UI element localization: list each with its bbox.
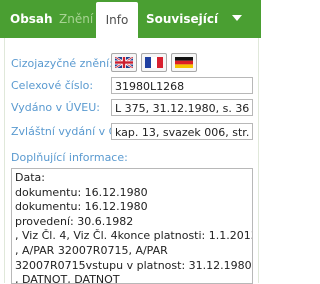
tab-souvisejici[interactable]: Související [146,0,218,38]
info-line: provedení: 30.6.1982 [15,214,134,228]
foreign-versions-label: Cizojazyčné znění: [11,57,113,70]
special-edition-field[interactable]: kap. 13, svazek 006, str. 7: [111,123,253,140]
info-panel: Cizojazyčné znění: Celexové číslo: 31980… [4,38,259,284]
uk-flag-button[interactable] [111,53,137,72]
celex-number-field[interactable]: 31980L1268 [111,77,253,94]
uk-flag-icon [115,57,133,68]
info-line: 32007R0715vstupu v platnost: 31.12.1980 [15,258,252,272]
published-label: Vydáno v ÚVEU: [11,101,100,114]
info-line: , A/PAR 32007R0715, A/PAR [15,243,168,257]
additional-info-textbox[interactable]: Data: dokumentu: 16.12.1980 dokumentu: 1… [11,168,253,284]
special-edition-label: Zvláštní vydání v ČJ [11,125,111,138]
celex-label: Celexové číslo: [11,79,94,92]
info-line: Data: [15,171,45,184]
published-field[interactable]: L 375, 31.12.1980, s. 36 - 4 [111,99,253,116]
tab-obsah[interactable]: Obsah [10,0,53,38]
info-line: dokumentu: 16.12.1980 [15,200,148,214]
france-flag-icon [145,57,163,68]
additional-info-label: Doplňující informace: [11,151,128,164]
info-line: , DATNOT, DATNOT [15,273,120,284]
germany-flag-icon [175,57,193,68]
tab-zneni: Znění [59,12,94,26]
info-line: dokumentu: 16.12.1980 [15,185,148,199]
chevron-down-icon[interactable] [232,15,242,23]
france-flag-button[interactable] [141,53,167,72]
info-line: , Viz Čl. 4, Viz Čl. 4konce platnosti: 1… [15,229,253,243]
tab-info[interactable]: Info [96,2,138,38]
germany-flag-button[interactable] [171,53,197,72]
tab-bar: Obsah Znění Info Související [0,0,261,38]
